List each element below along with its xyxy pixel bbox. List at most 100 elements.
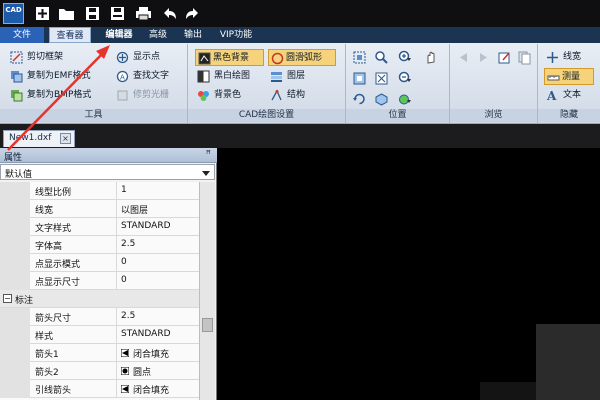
property-name: 箭头2 (35, 368, 59, 378)
next-icon[interactable] (476, 50, 491, 65)
object-selector-dropdown[interactable]: 默认值 (0, 164, 215, 180)
arrow-filled-icon (121, 349, 129, 357)
black-background-label: 黑色背景 (213, 53, 250, 63)
orbit-icon[interactable] (398, 92, 413, 107)
menu-vip[interactable]: VIP功能 (216, 27, 256, 43)
zoom-selection-icon[interactable] (374, 50, 389, 65)
ribbon-group-tools: 剪切框架 复制为EMF格式 复制为BMP格式 显示点 A 查找文字 修剪光栅 工… (0, 44, 188, 123)
ribbon-group-browse: 浏览 (450, 44, 538, 123)
redo-icon[interactable] (184, 5, 201, 22)
property-row[interactable]: 箭头2 圆点 (0, 362, 199, 380)
property-name: 样式 (35, 332, 54, 342)
layers-label: 图层 (287, 71, 306, 81)
clip-frame-icon (10, 51, 23, 64)
property-grid-scrollbar[interactable] (199, 182, 215, 400)
line-width-icon (547, 52, 558, 63)
title-bar: CAD (0, 0, 600, 27)
menu-advanced[interactable]: 高级 (145, 27, 171, 43)
property-row[interactable]: 引线箭头 闭合填充 (0, 380, 199, 398)
property-value: 0 (121, 275, 127, 285)
copy-emf-icon (11, 71, 23, 83)
arrow-filled-icon (121, 385, 129, 393)
property-row[interactable]: 字体高 2.5 (0, 236, 199, 254)
zoom-out-icon[interactable] (398, 71, 413, 86)
drawing-canvas[interactable] (218, 148, 600, 400)
property-row[interactable]: 箭头1 闭合填充 (0, 344, 199, 362)
pin-icon[interactable]: ꟸ (206, 150, 211, 160)
property-category-label: 标注 (15, 296, 34, 306)
document-tab-strip: New1.dxf × (0, 124, 600, 148)
background-color-label: 背景色 (214, 90, 242, 100)
property-row[interactable]: 线宽 以图层 (0, 200, 199, 218)
property-value: 闭合填充 (133, 386, 170, 396)
new-file-icon[interactable] (34, 5, 51, 22)
print-icon[interactable] (135, 5, 152, 22)
view-3d-icon[interactable] (374, 92, 389, 107)
close-icon[interactable]: × (60, 133, 71, 144)
property-row[interactable]: 样式 STANDARD (0, 326, 199, 344)
layers-icon (271, 72, 282, 82)
property-name: 线宽 (35, 206, 54, 216)
fit-page-icon[interactable] (352, 71, 367, 86)
save-as-icon[interactable] (109, 5, 126, 22)
property-name: 字体高 (35, 242, 63, 252)
collapse-icon[interactable]: − (3, 294, 12, 303)
property-row[interactable]: 线型比例 1 (0, 182, 199, 200)
zoom-window-icon[interactable] (352, 50, 367, 65)
ribbon-group-position: 位置 (346, 44, 450, 123)
property-name: 点显示尺寸 (35, 278, 81, 288)
text-icon: A (546, 89, 557, 102)
open-folder-icon[interactable] (58, 5, 75, 22)
show-points-icon (116, 51, 129, 64)
property-name: 线型比例 (35, 188, 72, 198)
svg-text:A: A (546, 89, 557, 102)
undo-icon[interactable] (161, 5, 178, 22)
zoom-extents-icon[interactable] (374, 71, 389, 86)
edit-icon[interactable] (497, 50, 512, 65)
ribbon-group-position-label: 位置 (346, 109, 449, 122)
black-background-button[interactable]: 黑色背景 (195, 49, 264, 66)
structure-label: 结构 (287, 90, 306, 100)
property-value: 以图层 (121, 206, 149, 216)
pan-hand-icon[interactable] (424, 50, 439, 65)
document-tab-label: New1.dxf (9, 133, 52, 143)
menu-file[interactable]: 文件 (0, 27, 44, 43)
copy-page-icon[interactable] (517, 50, 532, 65)
menu-viewer[interactable]: 查看器 (49, 27, 91, 43)
property-name: 箭头1 (35, 350, 59, 360)
zoom-in-icon[interactable] (398, 50, 413, 65)
property-name: 箭头尺寸 (35, 314, 72, 324)
property-value: STANDARD (121, 221, 171, 231)
ribbon-group-hide: 线宽 测量 A 文本 隐藏 (538, 44, 600, 123)
property-grid: 线型比例 1 线宽 以图层 文字样式 STANDARD 字体高 2.5 点显示模… (0, 182, 199, 400)
document-tab[interactable]: New1.dxf × (3, 130, 75, 147)
property-category-dimension[interactable]: − 标注 (0, 290, 199, 308)
property-value: 圆点 (133, 368, 152, 378)
menu-output[interactable]: 输出 (180, 27, 206, 43)
property-row[interactable]: 点显示尺寸 0 (0, 272, 199, 290)
ribbon-group-tools-label: 工具 (0, 109, 187, 122)
menu-bar: 文件 查看器 编辑器 高级 输出 VIP功能 (0, 27, 600, 43)
clip-frame-label: 剪切框架 (27, 52, 64, 62)
property-value: 2.5 (121, 239, 136, 249)
trim-raster-icon (117, 90, 128, 101)
scrollbar-thumb[interactable] (202, 318, 213, 332)
save-icon[interactable] (84, 5, 101, 22)
ribbon-group-browse-label: 浏览 (450, 109, 537, 122)
measure-button[interactable]: 测量 (544, 68, 594, 85)
property-value: 闭合填充 (133, 350, 170, 360)
properties-title: 属性 (4, 153, 23, 163)
copy-emf-label: 复制为EMF格式 (27, 71, 91, 81)
smooth-arc-button[interactable]: 圆滑弧形 (268, 49, 336, 66)
property-row[interactable]: 点显示模式 0 (0, 254, 199, 272)
rotate-view-icon[interactable] (352, 92, 367, 107)
background-color-icon (198, 91, 209, 101)
line-width-label: 线宽 (563, 52, 582, 62)
property-value: 1 (121, 185, 127, 195)
app-logo: CAD (3, 3, 24, 24)
chevron-down-icon (202, 171, 210, 176)
property-row[interactable]: 文字样式 STANDARD (0, 218, 199, 236)
menu-editor[interactable]: 编辑器 (101, 27, 137, 43)
property-row[interactable]: 箭头尺寸 2.5 (0, 308, 199, 326)
previous-icon[interactable] (456, 50, 471, 65)
